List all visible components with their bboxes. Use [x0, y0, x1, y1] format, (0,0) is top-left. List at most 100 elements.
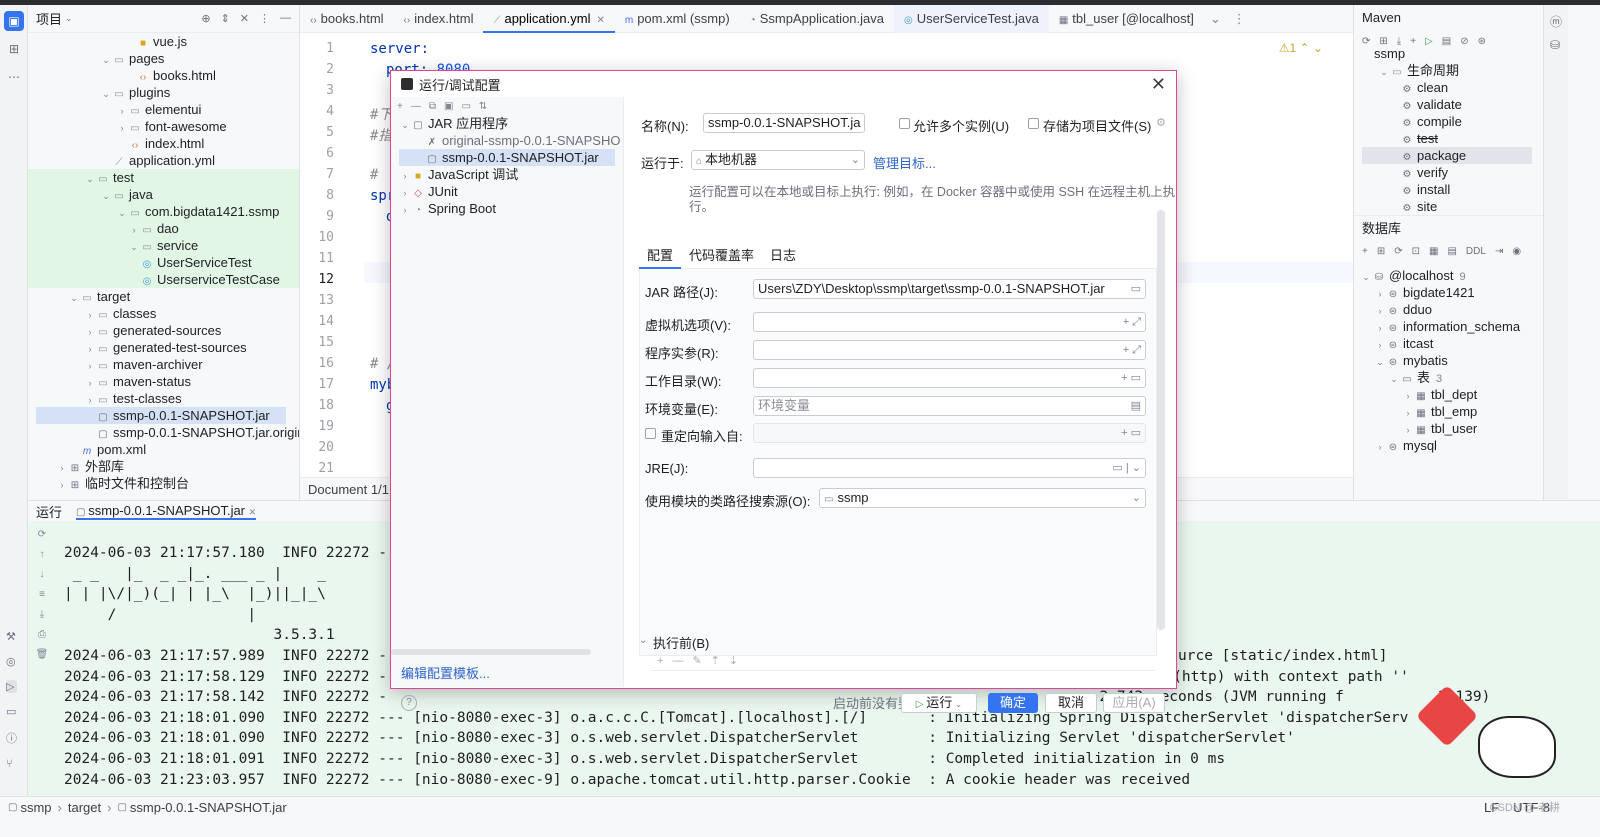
- tree-item[interactable]: › ⊞ 外部库: [28, 458, 299, 475]
- run-icon[interactable]: ▷: [1425, 36, 1433, 47]
- db-table-tbl_user[interactable]: › ▦ tbl_user: [1354, 420, 1543, 437]
- terminal-icon[interactable]: ▭: [6, 705, 17, 718]
- expand-icon[interactable]: ⇕: [221, 12, 230, 25]
- tree-item[interactable]: ⌄ ▭ com.bigdata1421.ssmp: [28, 203, 299, 220]
- expand-icon[interactable]: + ⤢: [1123, 313, 1141, 331]
- tree-item[interactable]: › ▭ generated-sources: [28, 322, 299, 339]
- cancel-button[interactable]: 取消: [1045, 693, 1097, 713]
- refresh-icon[interactable]: ⟳: [1394, 246, 1402, 257]
- vm-options-input[interactable]: + ⤢: [753, 312, 1146, 332]
- sync-icon[interactable]: ⊡: [1412, 246, 1420, 257]
- wrap-icon[interactable]: ≡: [39, 589, 45, 600]
- maven-goal-validate[interactable]: ⚙ validate: [1354, 96, 1543, 113]
- toggle-offline-icon[interactable]: ⊘: [1460, 36, 1468, 47]
- tree-item[interactable]: › ▭ classes: [28, 305, 299, 322]
- db-schema-dduo[interactable]: › ⊜ dduo: [1354, 301, 1543, 318]
- down-icon[interactable]: ↓: [40, 569, 45, 580]
- db-schema-bigdate1421[interactable]: › ⊜ bigdate1421: [1354, 284, 1543, 301]
- breadcrumb-jar[interactable]: ssmp-0.0.1-SNAPSHOT.jar: [130, 800, 287, 815]
- warning-indicator[interactable]: ⚠1 ⌃ ⌄: [1279, 41, 1323, 55]
- folder-icon[interactable]: + ▭: [1121, 369, 1141, 387]
- tree-item[interactable]: › ▭ test-classes: [28, 390, 299, 407]
- maven-goal-verify[interactable]: ⚙ verify: [1354, 164, 1543, 181]
- download-icon[interactable]: ⤓: [1397, 36, 1401, 47]
- run-tab[interactable]: ▢ ssmp-0.0.1-SNAPSHOT.jar ✕: [76, 503, 257, 520]
- tree-item[interactable]: ⟋ application.yml: [28, 152, 299, 169]
- tree-item[interactable]: ⌄ ▭ plugins: [28, 84, 299, 101]
- more-icon[interactable]: ⋯: [4, 67, 24, 87]
- program-args-input[interactable]: + ⤢: [753, 340, 1146, 360]
- tab-index-html[interactable]: ‹› index.html: [394, 5, 484, 33]
- manage-targets-link[interactable]: 管理目标...: [873, 153, 936, 172]
- view-icon[interactable]: ◉: [1512, 246, 1521, 257]
- tree-item[interactable]: ⌄ ▭ target: [28, 288, 299, 305]
- project-panel-title[interactable]: 项目: [36, 9, 62, 28]
- remove-icon[interactable]: —: [672, 655, 683, 667]
- save-icon[interactable]: ▣: [444, 101, 453, 112]
- tree-item[interactable]: › ▭ maven-status: [28, 373, 299, 390]
- services-icon[interactable]: ◎: [6, 655, 17, 668]
- tree-item[interactable]: ■ vue.js: [28, 33, 299, 50]
- name-input[interactable]: ssmp-0.0.1-SNAPSHOT.ja: [703, 113, 865, 133]
- ok-button[interactable]: 确定: [988, 693, 1038, 713]
- folder-icon[interactable]: ▭: [461, 101, 470, 112]
- skip-tests-icon[interactable]: ⊛: [1478, 36, 1486, 47]
- env-input[interactable]: 环境变量 ▤: [753, 396, 1146, 416]
- run-button[interactable]: ▷ 运行 ⌄: [901, 693, 977, 713]
- scroll-end-icon[interactable]: ⤓: [40, 609, 44, 620]
- jump-icon[interactable]: ⇥: [1495, 246, 1503, 257]
- grid-icon[interactable]: ▤: [1447, 246, 1456, 257]
- edit-templates-link[interactable]: 编辑配置模板...: [401, 663, 490, 682]
- add-folder-icon[interactable]: ⊞: [1379, 36, 1387, 47]
- tree-item[interactable]: ⌄ ▭ service: [28, 237, 299, 254]
- up-icon[interactable]: ⇡: [711, 654, 720, 667]
- table-icon[interactable]: ▦: [1429, 246, 1438, 257]
- add-icon[interactable]: +: [657, 655, 663, 667]
- edit-icon[interactable]: ✎: [692, 654, 701, 667]
- maven-goal-site[interactable]: ⚙ site: [1354, 198, 1543, 211]
- database-side-icon[interactable]: ⛁: [1550, 38, 1562, 52]
- breadcrumb-target[interactable]: target: [68, 800, 101, 815]
- trash-icon[interactable]: 🗑: [36, 649, 49, 660]
- tab-list-chevron[interactable]: ⌄: [1204, 5, 1227, 33]
- db-schema-mybatis[interactable]: ⌄ ⊜ mybatis: [1354, 352, 1543, 369]
- config-group-js[interactable]: › ■ JavaScript 调试: [391, 166, 623, 183]
- db-host[interactable]: ⌄ ⛁ @localhost 9: [1354, 267, 1543, 284]
- hide-icon[interactable]: —: [280, 12, 291, 25]
- folder-icon[interactable]: + ▭: [1121, 424, 1141, 442]
- ddl-label[interactable]: DDL: [1466, 246, 1486, 257]
- tree-item[interactable]: › ▭ maven-archiver: [28, 356, 299, 373]
- datasource-icon[interactable]: ⊞: [1377, 246, 1385, 257]
- db-table-tbl_emp[interactable]: › ▦ tbl_emp: [1354, 403, 1543, 420]
- reload-icon[interactable]: ⟳: [1362, 36, 1370, 47]
- db-table-tbl_dept[interactable]: › ▦ tbl_dept: [1354, 386, 1543, 403]
- remove-icon[interactable]: —: [411, 101, 421, 112]
- tree-item[interactable]: ◎ UserServiceTest: [28, 254, 299, 271]
- rerun-icon[interactable]: ⟳: [38, 529, 46, 540]
- build-icon[interactable]: ⚒: [6, 630, 17, 643]
- maven-side-icon[interactable]: ⓜ: [1550, 13, 1562, 30]
- allow-multi-checkbox[interactable]: [899, 118, 910, 129]
- tab-ssmp-application[interactable]: ◔ SsmpApplication.java: [740, 5, 894, 33]
- execute-icon[interactable]: ▤: [1442, 36, 1451, 47]
- workdir-input[interactable]: + ▭: [753, 368, 1146, 388]
- tab-coverage[interactable]: 代码覆盖率: [681, 245, 762, 269]
- tree-item[interactable]: › ⊞ 临时文件和控制台: [28, 475, 299, 492]
- config-group-spring[interactable]: › ◔ Spring Boot: [391, 200, 623, 217]
- db-schema-mysql[interactable]: › ⊜ mysql: [1354, 437, 1543, 454]
- maven-goal-compile[interactable]: ⚙ compile: [1354, 113, 1543, 130]
- gear-icon[interactable]: ⚙: [1156, 116, 1166, 129]
- db-tables-folder[interactable]: ⌄ ▭ 表 3: [1354, 369, 1543, 386]
- jre-select[interactable]: ▭ | ⌄: [753, 458, 1146, 478]
- expand-icon[interactable]: + ⤢: [1123, 341, 1141, 359]
- add-icon[interactable]: +: [397, 101, 403, 112]
- tree-item[interactable]: ▢ ssmp-0.0.1-SNAPSHOT.jar.origina: [28, 424, 299, 441]
- config-item-selected[interactable]: ▢ ssmp-0.0.1-SNAPSHOT.jar: [399, 149, 615, 166]
- close-icon[interactable]: ✕: [596, 15, 604, 26]
- structure-icon[interactable]: ⊞: [4, 39, 24, 59]
- config-group-jar[interactable]: ⌄ ▢ JAR 应用程序: [391, 115, 623, 132]
- git-icon[interactable]: ⑂: [6, 758, 17, 770]
- tree-item[interactable]: › ▭ elementui: [28, 101, 299, 118]
- tab-options-icon[interactable]: ⋮: [1227, 5, 1252, 33]
- tab-tbl-user[interactable]: ▦ tbl_user [@localhost]: [1049, 5, 1204, 33]
